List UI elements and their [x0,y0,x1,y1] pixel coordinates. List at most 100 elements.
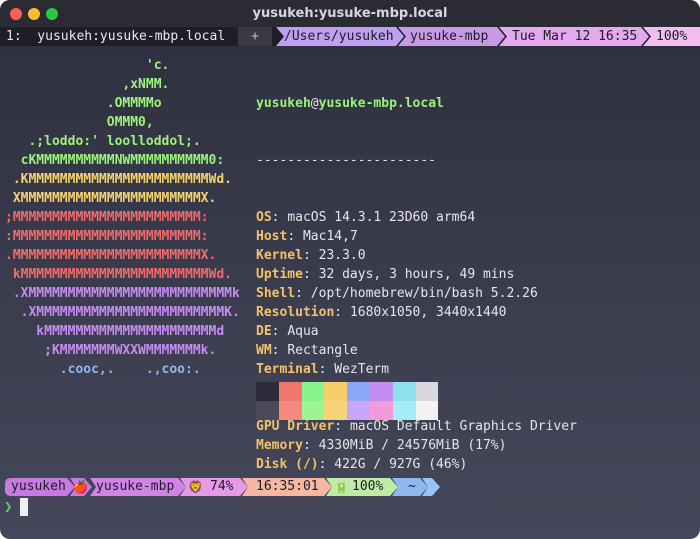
color-swatch [369,382,393,401]
prompt-symbol: ❯ [4,499,13,515]
color-swatch [324,401,348,420]
info-value: 422G / 927G (46%) [334,457,468,472]
info-value: 1680x1050, 3440x1440 [349,305,507,320]
info-key: Shell [256,286,296,301]
info-colon: : [318,457,335,472]
status-path-text: /Users/yusukeh [284,29,394,44]
info-key: Resolution [256,305,335,320]
color-swatch [256,382,279,401]
info-host: yusuke-mbp.local [318,96,444,111]
info-colon: : [334,305,350,320]
logo-line: .MMMMMMMMMMMMMMMMMMMMMMMMX. [5,248,217,263]
shell-prompt: yusukeh 🍎 yusuke-mbp 🦁 74% 16:35:01 🔋 10… [0,478,700,496]
status-host: yusuke-mbp [398,27,505,46]
info-key: GPU Driver [256,419,335,434]
color-palette [256,382,439,420]
info-row: Kernel: 23.3.0 [256,246,577,265]
logo-line: kMMMMMMMMMMMMMMMMMMMMMMMMWd. [5,267,232,282]
prompt-host: yusuke-mbp [90,478,186,497]
info-value: /opt/homebrew/bin/bash 5.2.26 [310,286,538,301]
prompt-battery: 🔋 100% [326,478,398,497]
info-key: OS [256,210,272,225]
logo-line: cKMMMMMMMMMMNWMMMMMMMMMM0: [5,153,225,168]
logo-line: .cooc,. .,coo:. [5,362,201,377]
info-row: Uptime: 32 days, 3 hours, 49 mins [256,265,577,284]
info-value: 32 days, 3 hours, 49 mins [318,267,515,282]
color-swatch [415,382,439,401]
info-colon: : [287,229,303,244]
color-swatch [415,401,439,420]
palette-row-normal [256,382,439,401]
color-swatch [278,382,302,401]
color-swatch [392,382,416,401]
status-battery-text: 100% [656,29,688,44]
color-swatch [301,401,325,420]
color-swatch [256,401,279,420]
info-colon: : [302,248,319,263]
logo-line: kMMMMMMMMMMMMMMMMMMMMMMd [5,324,225,339]
title-bar: yusukeh:yusuke-mbp.local [0,0,700,27]
logo-line: XMMMMMMMMMMMMMMMMMMMMMMMX. [5,191,217,206]
info-row: Disk (/): 422G / 927G (46%) [256,455,577,474]
window-title: yusukeh:yusuke-mbp.local [252,6,448,21]
status-datetime: Tue Mar 12 16:35 [499,27,649,46]
logo-line: 'c. [5,58,170,73]
prompt-time: 16:35:01 [242,478,332,497]
info-key: Kernel [256,248,303,263]
system-info: yusukeh@yusuke-mbp.local ---------------… [256,56,577,512]
info-key: Memory [256,438,303,453]
logo-line: ,xNMM. [5,77,170,92]
logo-line: OMMM0, [5,115,154,130]
info-rows: OS: macOS 14.3.1 23D60 arm64 Host: Mac14,… [256,208,577,474]
info-row: DE: Aqua [256,322,577,341]
info-row: Terminal: WezTerm [256,360,577,379]
info-separator: ----------------------- [256,153,437,168]
info-row: OS: macOS 14.3.1 23D60 arm64 [256,208,577,227]
info-colon: : [334,419,350,434]
info-colon: : [302,438,319,453]
info-key: WM [256,343,272,358]
prompt-user-text: yusukeh [11,479,66,494]
status-path: /Users/yusukeh [276,27,404,46]
lion-icon: 🦁 [188,480,203,494]
info-row: Memory: 4330MiB / 24576MiB (17%) [256,436,577,455]
color-swatch [392,401,416,420]
tab-active[interactable]: 1: yusukeh:yusuke-mbp.local [0,27,235,46]
prompt-battery-text: 100% [352,479,384,494]
info-value: macOS Default Graphics Driver [349,419,577,434]
info-value: Rectangle [287,343,358,358]
prompt-host-text: yusuke-mbp [96,479,175,494]
prompt-user: yusukeh [5,478,75,497]
terminal-window: yusukeh:yusuke-mbp.local 1: yusukeh:yusu… [0,0,700,539]
prompt-dir-text: ~ [408,479,416,494]
info-at: @ [310,96,319,111]
input-line[interactable]: ❯ [4,496,29,518]
color-swatch [301,382,325,401]
text-cursor[interactable] [20,498,29,516]
apple-icon: 🍎 [73,480,88,494]
info-colon: : [318,362,335,377]
info-row: WM: Rectangle [256,341,577,360]
status-battery: 100% [643,27,700,46]
prompt-time-text: 16:35:01 [256,479,319,494]
color-swatch [347,401,370,420]
battery-icon: 🔋 [334,480,349,494]
info-row: Shell: /opt/homebrew/bin/bash 5.2.26 [256,284,577,303]
info-row: Host: Mac14,7 [256,227,577,246]
prompt-cpu-text: 74% [210,479,234,494]
logo-line: .OMMMMo [5,96,162,111]
new-tab-button[interactable]: + [238,27,272,46]
status-datetime-text: Tue Mar 12 16:35 [512,29,638,44]
color-swatch [347,382,370,401]
info-colon: : [271,210,288,225]
prompt-cpu: 🦁 74% [180,478,248,497]
info-value: macOS 14.3.1 23D60 arm64 [287,210,476,225]
info-value: 23.3.0 [318,248,366,263]
logo-line: :MMMMMMMMMMMMMMMMMMMMMMMM: [5,229,209,244]
info-value: WezTerm [334,362,390,377]
info-key: Uptime [256,267,303,282]
prompt-end-arrow [422,478,440,497]
info-colon: : [302,267,319,282]
logo-line: ;KMMMMMMMWXXWMMMMMMMk. [5,343,217,358]
color-swatch [278,401,302,420]
